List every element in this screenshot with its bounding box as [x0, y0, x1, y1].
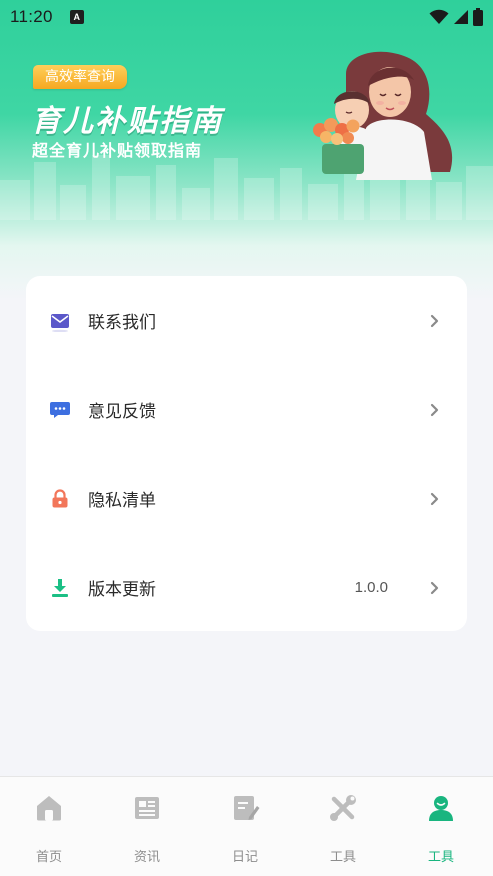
menu-item-label: 联系我们 [88, 313, 156, 333]
menu-item-contact-us[interactable]: 联系我们 [26, 276, 467, 365]
tab-label: 工具 [329, 850, 356, 865]
menu-item-label: 版本更新 [88, 580, 156, 600]
status-time: 11:20 [10, 7, 53, 26]
tab-news[interactable]: 资讯 [98, 777, 196, 876]
tab-home[interactable]: 首页 [0, 777, 98, 876]
tab-tools[interactable]: 工具 [294, 777, 392, 876]
tab-profile[interactable]: 工具 [392, 777, 490, 876]
menu-item-privacy-list[interactable]: 隐私清单 [26, 454, 467, 543]
settings-menu-card: 联系我们 意见反馈 隐私清单 版本更新 1.0.0 [26, 276, 467, 631]
tools-icon [330, 795, 356, 821]
lock-icon [52, 488, 68, 507]
chevron-right-icon [430, 403, 439, 416]
wifi-icon [429, 9, 449, 24]
cellular-signal-icon [454, 10, 468, 24]
menu-item-feedback[interactable]: 意见反馈 [26, 365, 467, 454]
version-number: 1.0.0 [354, 579, 388, 596]
bottom-tab-bar: 首页 资讯 日记 工具 工具 [0, 776, 493, 876]
profile-icon [429, 796, 453, 821]
chat-bubble-icon [50, 401, 70, 418]
banner-tag: 高效率查询 [33, 65, 127, 89]
notification-icon: A [69, 10, 84, 24]
battery-icon [473, 8, 483, 26]
diary-icon [234, 796, 260, 820]
tab-label: 工具 [427, 850, 454, 865]
banner-title: 育儿补贴指南 [31, 104, 223, 139]
home-icon [37, 796, 61, 821]
menu-item-label: 隐私清单 [88, 491, 156, 511]
mother-child-illustration [313, 51, 453, 180]
news-icon [135, 797, 159, 819]
tab-diary[interactable]: 日记 [196, 777, 294, 876]
chevron-right-icon [430, 492, 439, 505]
tab-label: 首页 [35, 850, 62, 865]
mail-icon [51, 313, 69, 332]
tab-label: 资讯 [133, 850, 160, 865]
tab-label: 日记 [231, 850, 258, 865]
chevron-right-icon [430, 314, 439, 327]
menu-item-label: 意见反馈 [88, 402, 156, 422]
status-bar: 11:20 A [0, 0, 493, 34]
banner-subtitle: 超全育儿补贴领取指南 [32, 141, 203, 160]
chevron-right-icon [430, 581, 439, 594]
download-icon [52, 578, 68, 597]
status-indicators [429, 8, 483, 26]
menu-item-version-update[interactable]: 版本更新 1.0.0 [26, 543, 467, 632]
